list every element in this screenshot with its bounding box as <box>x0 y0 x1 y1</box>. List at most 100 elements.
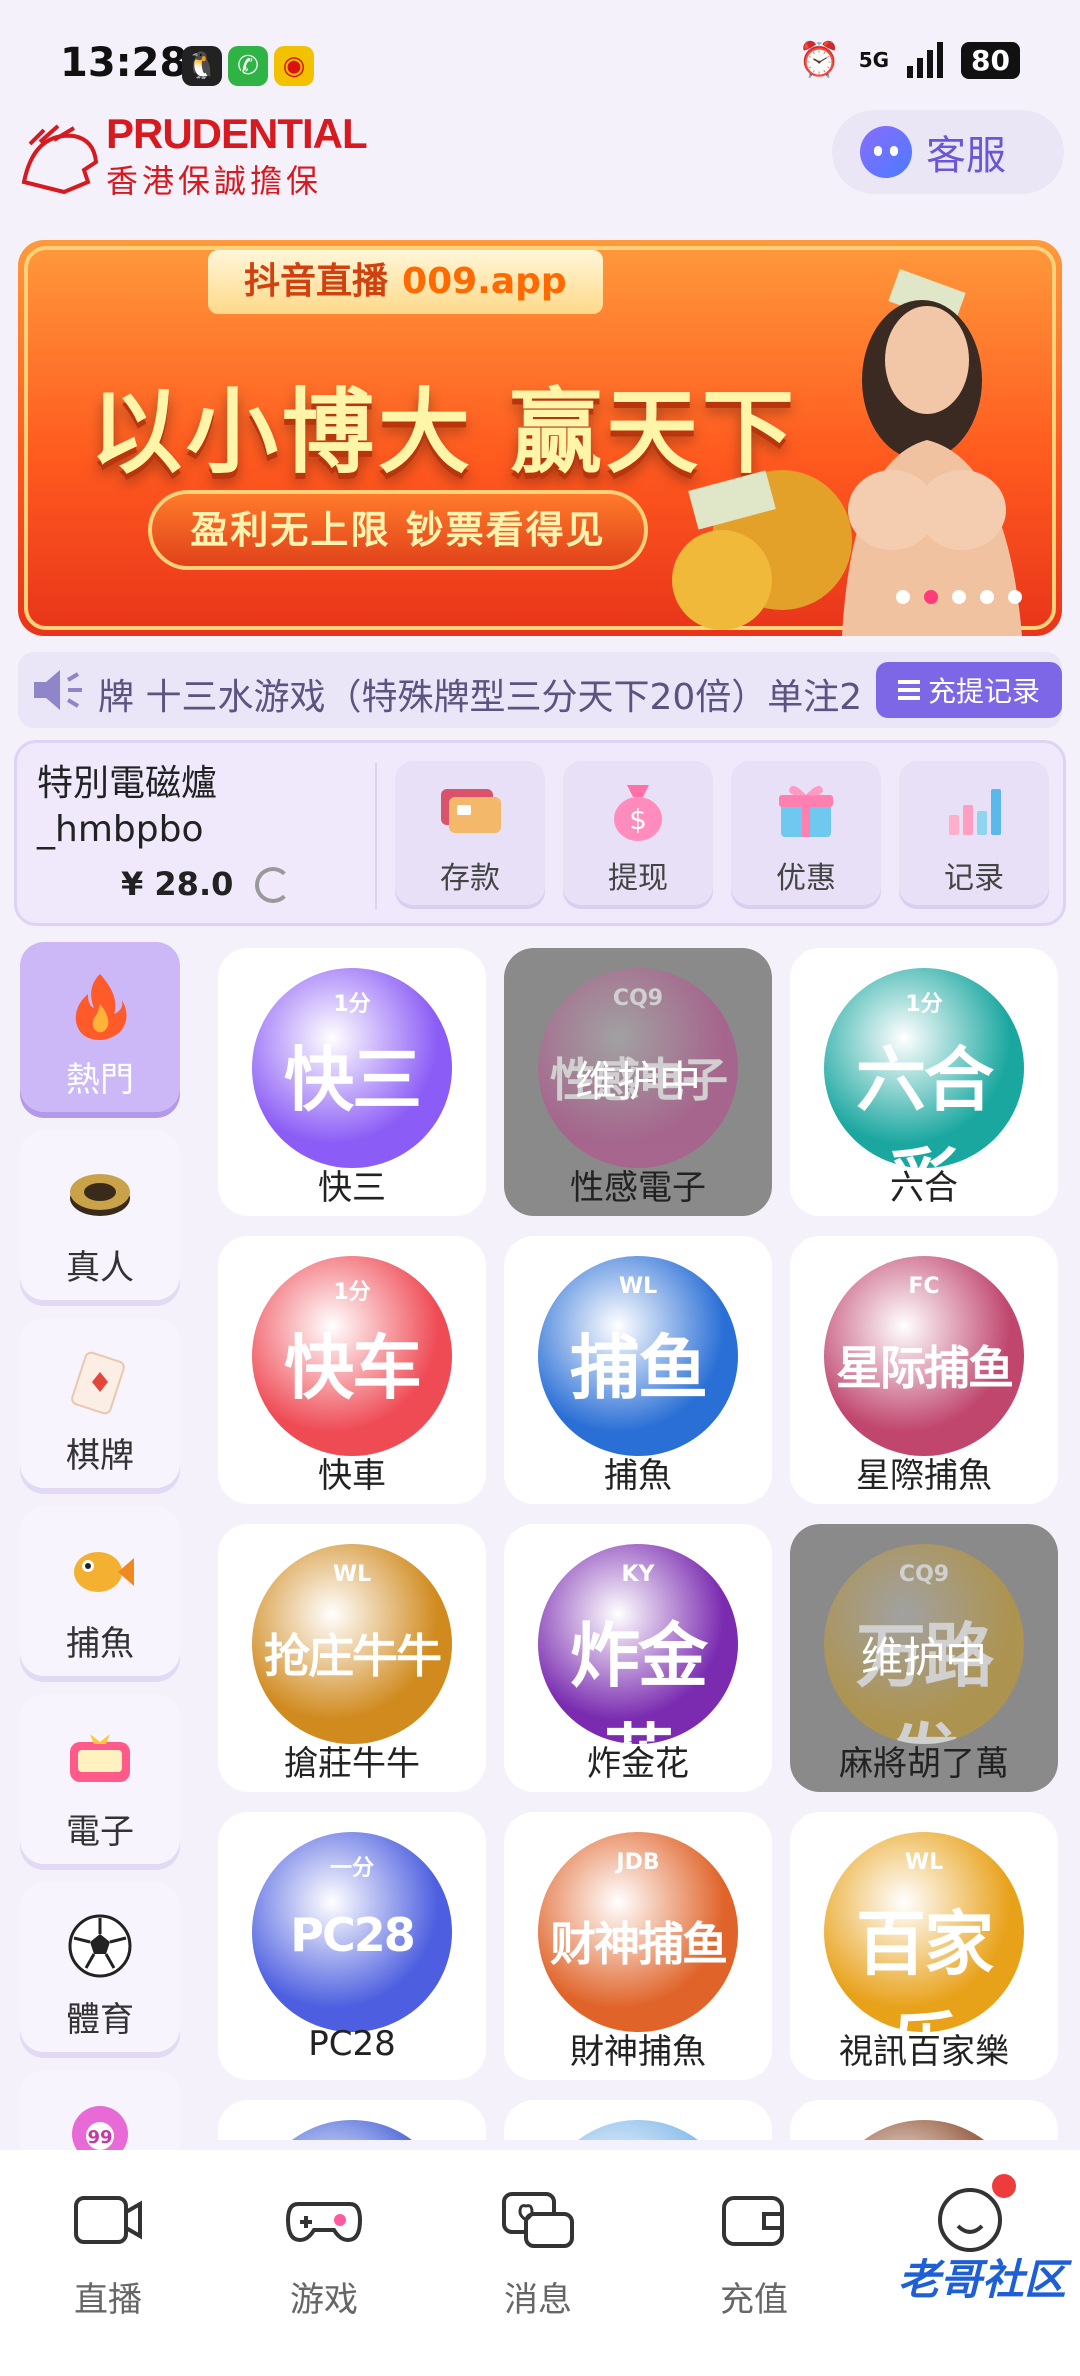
bottom-tab-bar: 直播 游戏 消息 充值 老哥社区 <box>0 2150 1080 2376</box>
banner-model-image <box>672 269 1022 636</box>
deposit-withdraw-records-button[interactable]: 充提记录 <box>876 662 1062 718</box>
banner-pagination <box>896 590 1022 604</box>
account-actions: 存款 $ 提现 优惠 记录 <box>395 761 1049 905</box>
deposit-button[interactable]: 存款 <box>395 761 545 905</box>
headset-icon <box>860 126 912 178</box>
game-label: 快三 <box>318 1168 386 1208</box>
game-art-badge: CQ9 <box>612 986 664 1011</box>
chip-icon <box>70 1174 130 1216</box>
bar-chart-icon <box>949 789 1001 835</box>
game-card[interactable]: 1分六合彩六合 <box>790 948 1058 1216</box>
category-cards[interactable]: 棋牌 <box>20 1318 180 1488</box>
network-type: 5G <box>858 48 890 72</box>
game-art-title: 星际捕鱼 <box>836 1341 1014 1395</box>
game-art <box>252 2120 452 2140</box>
game-art-title: 财神捕鱼 <box>550 1917 728 1971</box>
tab-label: 游戏 <box>290 2280 358 2320</box>
game-card[interactable]: 一分 PC28 PC28 <box>218 1812 486 2080</box>
game-card[interactable]: CQ9万路发麻將胡了萬维护中 <box>790 1524 1058 1792</box>
promotions-label: 优惠 <box>776 861 836 896</box>
game-label: 六合 <box>890 1168 958 1208</box>
withdraw-label: 提现 <box>608 861 668 896</box>
tab-games[interactable]: 游戏 <box>244 2180 404 2330</box>
playing-card-icon <box>71 1351 125 1415</box>
category-sports[interactable]: 體育 <box>20 1882 180 2052</box>
username: 特別電磁爐_hmbpbo <box>37 763 218 850</box>
tab-messages[interactable]: 消息 <box>458 2180 618 2330</box>
game-art: KY 炸金花 <box>538 1544 738 1744</box>
announcement-marquee[interactable]: 牌 十三水游戏（特殊牌型三分天下20倍）单注2 充提记录 <box>18 652 1062 728</box>
records-button[interactable]: 记录 <box>899 761 1049 905</box>
category-slots[interactable]: 電子 <box>20 1694 180 1864</box>
game-card[interactable]: FC 星际捕鱼 星際捕魚 <box>790 1236 1058 1504</box>
game-art: JDB 龙王捕鱼 <box>538 2120 738 2140</box>
slot-machine-icon <box>70 1734 130 1782</box>
account-card: 特別電磁爐_hmbpbo ¥ 28.0 存款 $ 提现 优惠 记录 <box>14 740 1066 926</box>
gamepad-icon <box>285 2202 363 2243</box>
weibo-notification-icon: ◉ <box>274 46 314 86</box>
alarm-icon: ⏰ <box>798 40 841 80</box>
game-label: 性感電子 <box>570 1168 706 1208</box>
game-card[interactable]: 1分 快车 快車 <box>218 1236 486 1504</box>
watermark: 老哥社区 <box>897 2255 1066 2304</box>
refresh-balance-icon[interactable] <box>255 867 291 903</box>
banner-subline: 盈利无上限 钞票看得见 <box>148 490 648 570</box>
records-label: 记录 <box>944 861 1004 896</box>
game-label: 搶莊牛牛 <box>284 1744 420 1784</box>
withdraw-button[interactable]: $ 提现 <box>563 761 713 905</box>
game-card[interactable]: CQ9 性感电子 性感電子 维护中 <box>504 948 772 1216</box>
game-art: 1分 快车 <box>252 1256 452 1456</box>
logo-emblem-icon <box>21 124 99 195</box>
game-card[interactable]: JDB 财神捕鱼 財神捕魚 <box>504 1812 772 2080</box>
game-label: 炸金花 <box>587 1744 689 1784</box>
soccer-ball-icon <box>68 1914 132 1978</box>
logo-subtitle: 香港保誠擔保 <box>106 162 323 200</box>
gift-icon <box>779 785 833 837</box>
game-art: WL 捕鱼 <box>538 1256 738 1456</box>
banner-dot[interactable] <box>952 590 966 604</box>
game-art-title: PC28 <box>290 1908 416 1962</box>
tab-label: 充值 <box>720 2280 788 2320</box>
promotions-button[interactable]: 优惠 <box>731 761 881 905</box>
tab-live[interactable]: 直播 <box>28 2180 188 2330</box>
game-art-badge: 1分 <box>333 992 371 1017</box>
game-card[interactable]: JDB 龙王捕鱼 <box>504 2100 772 2140</box>
category-live[interactable]: 真人 <box>20 1130 180 1300</box>
qq-notification-icon: 🐧 <box>182 46 222 86</box>
game-grid: 1分快三快三CQ9性感电子性感電子维护中1分六合彩六合1分快车快車WL捕鱼捕魚F… <box>218 948 1058 2140</box>
game-art: 1分六合彩 <box>824 968 1024 1168</box>
game-art-badge: WL <box>332 1562 372 1587</box>
banner-dot[interactable] <box>980 590 994 604</box>
game-art: FC 星际捕鱼 <box>824 1256 1024 1456</box>
tab-recharge[interactable]: 充值 <box>674 2180 834 2330</box>
banner-dot[interactable] <box>896 590 910 604</box>
banner-dot[interactable] <box>1008 590 1022 604</box>
game-art: 一分 PC28 <box>252 1832 452 2032</box>
game-card[interactable]: 1分 快三 快三 <box>218 948 486 1216</box>
game-card[interactable]: WL 捕鱼 捕魚 <box>504 1236 772 1504</box>
game-card[interactable]: WL 抢庄牛牛 搶莊牛牛 <box>218 1524 486 1792</box>
category-fishing[interactable]: 捕魚 <box>20 1506 180 1676</box>
banner-tag: 抖音直播 009.app <box>208 250 603 314</box>
game-card[interactable]: KY <box>790 2100 1058 2140</box>
game-art-badge: FC <box>908 1274 940 1299</box>
notification-dot <box>992 2174 1016 2198</box>
promo-banner[interactable]: 抖音直播 009.app 以小博大 赢天下 盈利无上限 钞票看得见 <box>18 240 1062 636</box>
tab-label: 消息 <box>504 2280 572 2320</box>
maintenance-label: 维护中 <box>574 1057 701 1106</box>
maintenance-label: 维护中 <box>860 1633 987 1682</box>
video-camera-icon <box>74 2196 142 2244</box>
game-art-badge: CQ9 <box>898 1562 950 1587</box>
game-card[interactable]: KY 炸金花炸金花 <box>504 1524 772 1792</box>
category-hot[interactable]: 熱門 <box>20 942 180 1112</box>
game-card[interactable] <box>218 2100 486 2140</box>
banner-dot-active[interactable] <box>924 590 938 604</box>
svg-text:99: 99 <box>87 2127 112 2148</box>
status-time: 13:28 <box>60 40 188 86</box>
message-hearts-icon <box>502 2192 574 2248</box>
game-art: JDB 财神捕鱼 <box>538 1832 738 2032</box>
game-label: 捕魚 <box>604 1456 672 1496</box>
customer-service-button[interactable]: 客服 <box>832 110 1064 194</box>
prudential-logo: PRUDENTIAL 香港保誠擔保 <box>14 110 368 210</box>
game-card[interactable]: WL 百家乐視訊百家樂 <box>790 1812 1058 2080</box>
